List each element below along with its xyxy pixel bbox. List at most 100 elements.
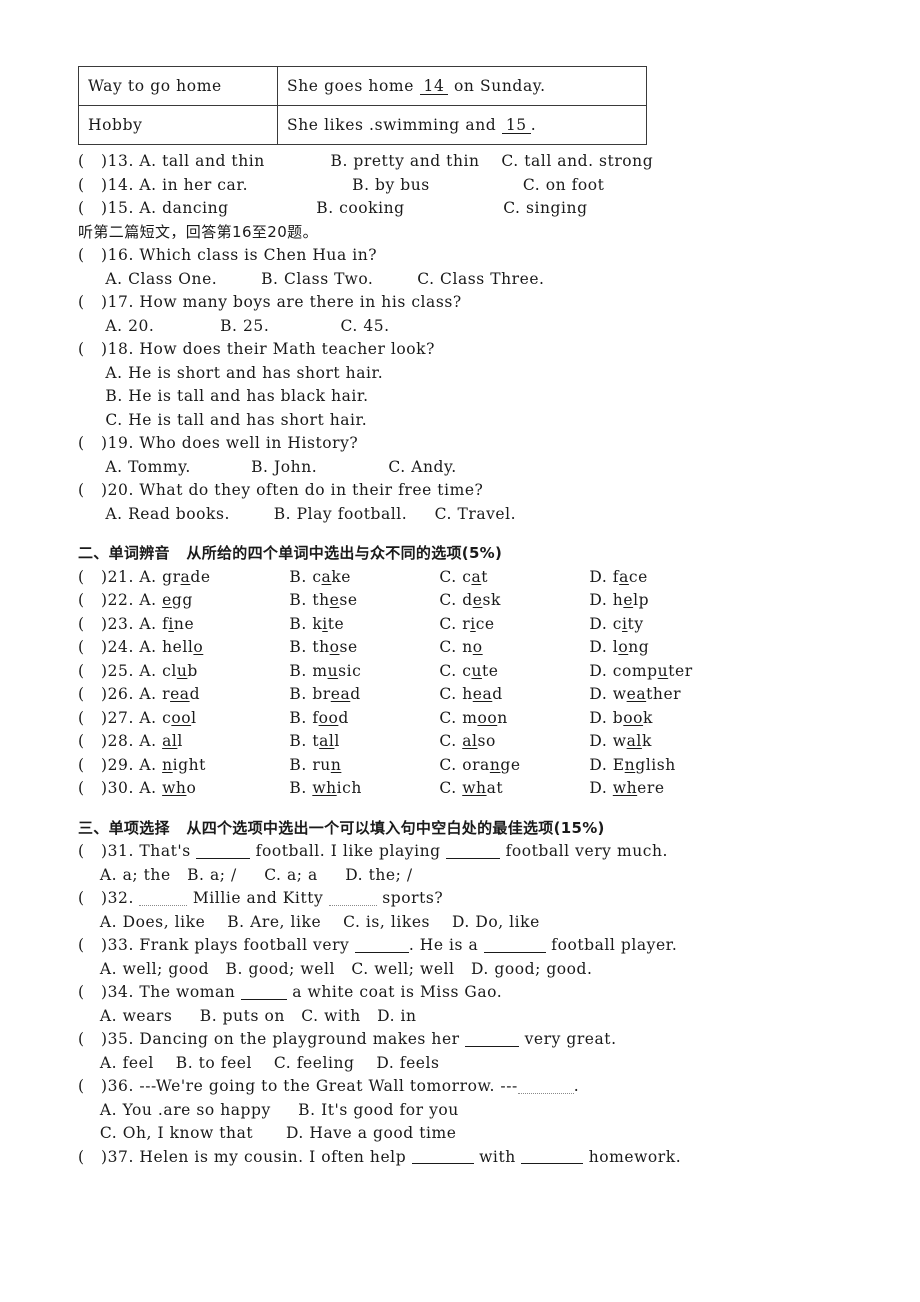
option-a[interactable]: A. cool	[139, 707, 289, 731]
question-18-option-c[interactable]: C. He is tall and has short hair.	[78, 409, 878, 433]
blank-field[interactable]	[465, 1031, 520, 1047]
option-a[interactable]: A. fine	[139, 613, 289, 637]
question-21[interactable]: ( )21. A. grade B. cake C. cat D. face	[78, 566, 878, 590]
question-36-options-ab[interactable]: A. You .are so happy B. It's good for yo…	[78, 1099, 878, 1123]
option-a[interactable]: A. grade	[139, 566, 289, 590]
question-34[interactable]: ( )34. The woman a white coat is Miss Ga…	[78, 981, 878, 1005]
option-d[interactable]: D. English	[589, 754, 675, 778]
option-a[interactable]: A. who	[139, 777, 289, 801]
question-31-options[interactable]: A. a; the B. a; / C. a; a D. the; /	[78, 864, 878, 888]
option-b[interactable]: B. food	[289, 707, 439, 731]
word-prefix: k	[312, 614, 323, 633]
question-17-options[interactable]: A. 20. B. 25. C. 45.	[78, 315, 878, 339]
option-b[interactable]: B. kite	[289, 613, 439, 637]
option-b[interactable]: B. tall	[289, 730, 439, 754]
question-37[interactable]: ( )37. Helen is my cousin. I often help …	[78, 1146, 878, 1170]
option-c[interactable]: C. no	[439, 636, 589, 660]
option-d[interactable]: D. walk	[589, 730, 651, 754]
option-c[interactable]: C. moon	[439, 707, 589, 731]
question-33-options[interactable]: A. well; good B. good; well C. well; wel…	[78, 958, 878, 982]
question-25[interactable]: ( )25. A. club B. music C. cute D. computer	[78, 660, 878, 684]
option-d[interactable]: D. city	[589, 613, 643, 637]
option-d[interactable]: D. long	[589, 636, 649, 660]
option-b[interactable]: B. which	[289, 777, 439, 801]
question-16[interactable]: ( )16. Which class is Chen Hua in?	[78, 244, 878, 268]
question-32[interactable]: ( )32. Millie and Kitty sports?	[78, 887, 878, 911]
word-suffix: t	[481, 567, 489, 586]
question-28[interactable]: ( )28. A. all B. tall C. also D. walk	[78, 730, 878, 754]
question-23[interactable]: ( )23. A. fine B. kite C. rice D. city	[78, 613, 878, 637]
option-b[interactable]: B. cake	[289, 566, 439, 590]
question-18-option-b[interactable]: B. He is tall and has black hair.	[78, 385, 878, 409]
question-30[interactable]: ( )30. A. who B. which C. what D. where	[78, 777, 878, 801]
question-16-options[interactable]: A. Class One. B. Class Two. C. Class Thr…	[78, 268, 878, 292]
blank-field[interactable]	[411, 1148, 474, 1165]
option-c[interactable]: C. orange	[439, 754, 589, 778]
option-d[interactable]: D. face	[589, 566, 647, 590]
question-24[interactable]: ( )24. A. hello B. those C. no D. long	[78, 636, 878, 660]
option-a[interactable]: A. club	[139, 660, 289, 684]
option-c[interactable]: C. also	[439, 730, 589, 754]
question-13[interactable]: ( )13. A. tall and thin B. pretty and th…	[78, 150, 878, 174]
question-36-options-cd[interactable]: C. Oh, I know that D. Have a good time	[78, 1122, 878, 1146]
blank-field[interactable]	[196, 843, 251, 859]
option-a[interactable]: A. all	[139, 730, 289, 754]
option-a[interactable]: A. hello	[139, 636, 289, 660]
question-35[interactable]: ( )35. Dancing on the playground makes h…	[78, 1028, 878, 1052]
blank-field[interactable]	[139, 890, 188, 906]
blank-field[interactable]	[483, 937, 546, 953]
blank-field[interactable]	[446, 843, 501, 859]
option-c[interactable]: C. head	[439, 683, 589, 707]
option-c[interactable]: C. cute	[439, 660, 589, 684]
question-26[interactable]: ( )26. A. read B. bread C. head D. weather	[78, 683, 878, 707]
option-c[interactable]: C. what	[439, 777, 589, 801]
option-d[interactable]: D. computer	[589, 660, 692, 684]
table-row: Hobby She likes .swimming and 15.	[78, 105, 647, 145]
option-c[interactable]: C. desk	[439, 589, 589, 613]
blank-field[interactable]	[240, 984, 287, 1000]
question-31[interactable]: ( )31. That's football. I like playing f…	[78, 840, 878, 864]
option-c[interactable]: C. rice	[439, 613, 589, 637]
option-b[interactable]: B. bread	[289, 683, 439, 707]
question-20-options[interactable]: A. Read books. B. Play football. C. Trav…	[78, 503, 878, 527]
blank-field[interactable]	[521, 1148, 584, 1165]
option-letter: B.	[289, 567, 313, 586]
answer-blank-14[interactable]: 14	[419, 78, 449, 96]
question-22[interactable]: ( )22. A. egg B. these C. desk D. help	[78, 589, 878, 613]
blank-field[interactable]	[328, 890, 377, 906]
option-b[interactable]: B. music	[289, 660, 439, 684]
question-18[interactable]: ( )18. How does their Math teacher look?	[78, 338, 878, 362]
option-d[interactable]: D. where	[589, 777, 664, 801]
question-32-options[interactable]: A. Does, like B. Are, like C. is, likes …	[78, 911, 878, 935]
question-19[interactable]: ( )19. Who does well in History?	[78, 432, 878, 456]
option-b[interactable]: B. these	[289, 589, 439, 613]
option-d[interactable]: D. help	[589, 589, 649, 613]
question-27[interactable]: ( )27. A. cool B. food C. moon D. book	[78, 707, 878, 731]
blank-field[interactable]	[354, 937, 409, 953]
option-a[interactable]: A. read	[139, 683, 289, 707]
question-20[interactable]: ( )20. What do they often do in their fr…	[78, 479, 878, 503]
question-17[interactable]: ( )17. How many boys are there in his cl…	[78, 291, 878, 315]
question-36[interactable]: ( )36. ---We're going to the Great Wall …	[78, 1075, 878, 1099]
option-a[interactable]: A. egg	[139, 589, 289, 613]
option-letter: B.	[289, 755, 313, 774]
option-d[interactable]: D. weather	[589, 683, 681, 707]
question-19-options[interactable]: A. Tommy. B. John. C. Andy.	[78, 456, 878, 480]
question-15[interactable]: ( )15. A. dancing B. cooking C. singing	[78, 197, 878, 221]
question-34-options[interactable]: A. wears B. puts on C. with D. in	[78, 1005, 878, 1029]
question-35-options[interactable]: A. feel B. to feel C. feeling D. feels	[78, 1052, 878, 1076]
option-b[interactable]: B. run	[289, 754, 439, 778]
option-c[interactable]: C. cat	[439, 566, 589, 590]
answer-blank-15[interactable]: 15	[501, 117, 531, 135]
option-letter: C.	[439, 708, 463, 727]
question-14[interactable]: ( )14. A. in her car. B. by bus C. on fo…	[78, 174, 878, 198]
blank-field[interactable]	[517, 1078, 574, 1094]
option-letter: A.	[139, 614, 163, 633]
option-b[interactable]: B. those	[289, 636, 439, 660]
question-18-option-a[interactable]: A. He is short and has short hair.	[78, 362, 878, 386]
option-a[interactable]: A. night	[139, 754, 289, 778]
option-d[interactable]: D. book	[589, 707, 653, 731]
option-word: bread	[312, 685, 360, 703]
question-29[interactable]: ( )29. A. night B. run C. orange D. English	[78, 754, 878, 778]
question-33[interactable]: ( )33. Frank plays football very . He is…	[78, 934, 878, 958]
